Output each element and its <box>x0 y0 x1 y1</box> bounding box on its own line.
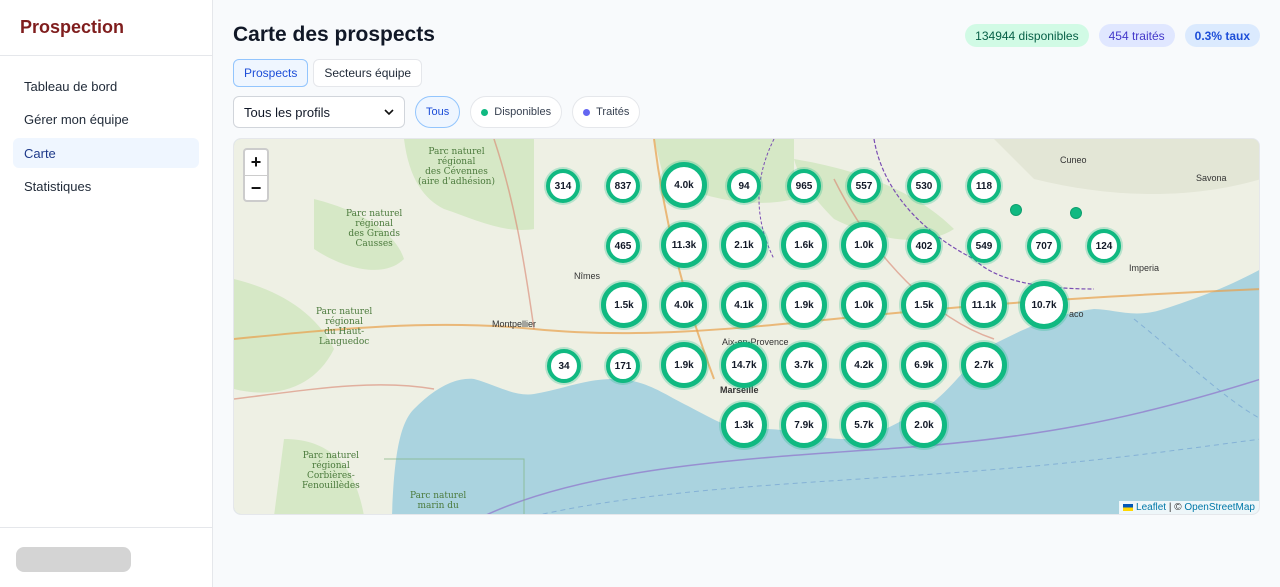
map-cluster[interactable]: 124 <box>1087 229 1121 263</box>
city-cuneo: Cuneo <box>1060 155 1087 165</box>
tab-team-sectors[interactable]: Secteurs équipe <box>313 59 423 87</box>
sidebar-item-map[interactable]: Carte <box>13 138 199 168</box>
map-cluster[interactable]: 94 <box>727 169 761 203</box>
map-cluster[interactable]: 11.3k <box>661 222 707 268</box>
map-cluster[interactable]: 4.0k <box>661 282 707 328</box>
map-cluster[interactable]: 1.3k <box>721 402 767 448</box>
map-marker[interactable] <box>1070 207 1082 219</box>
map-cluster[interactable]: 2.0k <box>901 402 947 448</box>
sidebar-item-dashboard[interactable]: Tableau de bord <box>13 71 199 101</box>
map-cluster[interactable]: 314 <box>546 169 580 203</box>
city-savona: Savona <box>1196 173 1227 183</box>
city-montpellier: Montpellier <box>492 319 537 329</box>
zoom-control: + − <box>243 148 269 202</box>
map-attribution: Leaflet | © OpenStreetMap <box>1119 501 1259 514</box>
map-cluster[interactable]: 557 <box>847 169 881 203</box>
map-cluster[interactable]: 707 <box>1027 229 1061 263</box>
filters-bar: Tous les profils Tous Disponibles Traité… <box>233 96 641 128</box>
map-cluster[interactable]: 1.6k <box>781 222 827 268</box>
sidebar-item-team[interactable]: Gérer mon équipe <box>13 105 199 135</box>
label-corbieres: Parc naturel régional Corbières- Fenouil… <box>302 451 360 491</box>
map-cluster[interactable]: 171 <box>606 349 640 383</box>
map-cluster[interactable]: 1.0k <box>841 282 887 328</box>
treated-dot-icon <box>583 108 591 116</box>
profile-select-value: Tous les profils <box>244 104 330 120</box>
map-cluster[interactable]: 3.7k <box>781 342 827 388</box>
filter-available-label: Disponibles <box>494 106 552 118</box>
map-cluster[interactable]: 5.7k <box>841 402 887 448</box>
map-cluster[interactable]: 11.1k <box>961 282 1007 328</box>
sidebar-nav: Tableau de bord Gérer mon équipe Carte S… <box>0 56 212 220</box>
page-title: Carte des prospects <box>233 23 435 46</box>
map-cluster[interactable]: 530 <box>907 169 941 203</box>
main-content: Carte des prospects 134944 disponibles 4… <box>213 0 1280 587</box>
treated-badge: 454 traités <box>1098 24 1175 47</box>
map-cluster[interactable]: 402 <box>907 229 941 263</box>
map-cluster[interactable]: 1.9k <box>661 342 707 388</box>
filter-all-label: Tous <box>426 106 450 118</box>
map-cluster[interactable]: 4.0k <box>661 162 707 208</box>
tab-prospects[interactable]: Prospects <box>233 59 309 87</box>
map-cluster[interactable]: 34 <box>547 349 581 383</box>
map-cluster[interactable]: 7.9k <box>781 402 827 448</box>
zoom-in-button[interactable]: + <box>245 150 267 175</box>
filter-treated-chip[interactable]: Traités <box>572 96 641 128</box>
map-cluster[interactable]: 1.5k <box>901 282 947 328</box>
filter-treated-label: Traités <box>596 106 630 118</box>
stats-badges: 134944 disponibles 454 traités 0.3% taux <box>965 24 1260 47</box>
available-dot-icon <box>481 108 489 116</box>
filter-all-chip[interactable]: Tous <box>415 96 461 128</box>
prospects-map[interactable]: Parc naturel régional des Cévennes (aire… <box>233 138 1260 515</box>
map-cluster[interactable]: 118 <box>967 169 1001 203</box>
sidebar-footer <box>0 527 212 587</box>
city-nimes: Nîmes <box>574 271 601 281</box>
map-cluster[interactable]: 549 <box>967 229 1001 263</box>
map-cluster[interactable]: 4.2k <box>841 342 887 388</box>
ukraine-flag-icon <box>1123 503 1134 511</box>
osm-link[interactable]: OpenStreetMap <box>1184 502 1255 513</box>
map-cluster[interactable]: 965 <box>787 169 821 203</box>
rate-badge: 0.3% taux <box>1184 24 1260 47</box>
map-cluster[interactable]: 1.0k <box>841 222 887 268</box>
city-imperia: Imperia <box>1129 263 1160 273</box>
sidebar-item-stats[interactable]: Statistiques <box>13 172 199 202</box>
zoom-out-button[interactable]: − <box>245 175 267 200</box>
leaflet-link[interactable]: Leaflet <box>1136 502 1166 513</box>
map-cluster[interactable]: 10.7k <box>1020 281 1068 329</box>
map-cluster[interactable]: 2.1k <box>721 222 767 268</box>
map-cluster[interactable]: 1.9k <box>781 282 827 328</box>
brand-title[interactable]: Prospection <box>0 0 212 56</box>
sidebar: Prospection Tableau de bord Gérer mon éq… <box>0 0 213 587</box>
map-cluster[interactable]: 14.7k <box>721 342 767 388</box>
map-marker[interactable] <box>1010 204 1022 216</box>
label-cevennes: Parc naturel régional des Cévennes (aire… <box>418 147 495 187</box>
filter-available-chip[interactable]: Disponibles <box>470 96 563 128</box>
label-haut-languedoc: Parc naturel régional du Haut- Languedoc <box>316 307 373 347</box>
chevron-down-icon <box>384 109 394 116</box>
label-grands-causses: Parc naturel régional des Grands Causses <box>346 209 403 249</box>
map-cluster[interactable]: 2.7k <box>961 342 1007 388</box>
map-cluster[interactable]: 4.1k <box>721 282 767 328</box>
user-placeholder[interactable] <box>16 547 131 572</box>
attribution-separator: | © <box>1166 502 1185 513</box>
label-marin: Parc naturel marin du <box>410 491 467 511</box>
city-monaco: aco <box>1069 309 1084 319</box>
profile-select[interactable]: Tous les profils <box>233 96 405 128</box>
map-cluster[interactable]: 465 <box>606 229 640 263</box>
map-cluster[interactable]: 837 <box>606 169 640 203</box>
view-tabs: Prospects Secteurs équipe <box>233 59 423 87</box>
available-badge: 134944 disponibles <box>965 24 1089 47</box>
map-cluster[interactable]: 1.5k <box>601 282 647 328</box>
map-cluster[interactable]: 6.9k <box>901 342 947 388</box>
